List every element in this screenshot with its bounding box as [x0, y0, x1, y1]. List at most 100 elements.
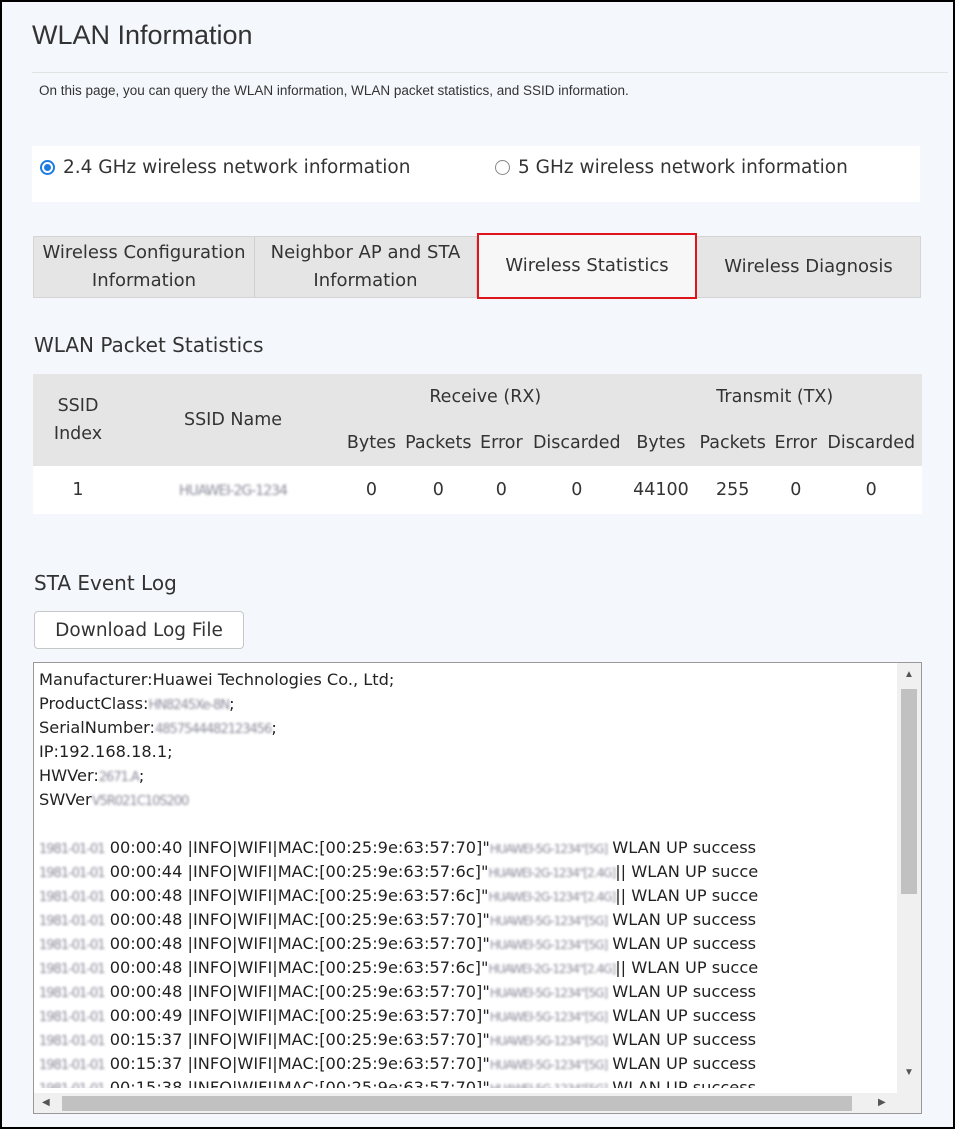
log-entry-text: 00:00:49 |INFO|WIFI|MAC:[00:25:9e:63:57:…: [104, 1006, 490, 1025]
log-header-line: Manufacturer:Huawei Technologies Co., Lt…: [39, 668, 896, 692]
vertical-scroll-thumb[interactable]: [901, 689, 917, 894]
log-header-line: SerialNumber:4857544482123456;: [39, 716, 896, 740]
download-log-button[interactable]: Download Log File: [34, 611, 244, 649]
radio-unchecked-icon[interactable]: [495, 160, 510, 175]
log-entry-ssid: HUAWEI-2G-1234"[2.4G]: [488, 890, 616, 904]
log-entry-tail: WLAN UP success: [607, 1006, 757, 1025]
header-rx-discarded: Discarded: [526, 420, 628, 466]
log-entry-ssid: HUAWEI-5G-1234"[5G]: [489, 938, 608, 952]
scroll-right-icon[interactable]: ▶: [878, 1097, 886, 1108]
header-tx-packets: Packets: [694, 420, 772, 466]
log-entry-ssid: HUAWEI-5G-1234"[5G]: [489, 1058, 608, 1072]
log-header-prefix: ProductClass:: [39, 694, 149, 713]
header-ssid-index-line2: Index: [53, 424, 103, 444]
log-entry-date: 1981-01-01: [39, 866, 106, 881]
radio-2-4ghz[interactable]: 2.4 GHz wireless network information: [40, 157, 410, 178]
log-entry-ssid: HUAWEI-2G-1234"[2.4G]: [488, 962, 616, 976]
log-entry-tail: WLAN UP success: [607, 934, 757, 953]
log-entry: 1981-01-01 00:00:48 |INFO|WIFI|MAC:[00:2…: [39, 956, 896, 980]
log-header-line: ProductClass:HN8245Xe-8N;: [39, 692, 896, 716]
log-entry-date: 1981-01-01: [39, 842, 106, 857]
log-entry-text: 00:00:48 |INFO|WIFI|MAC:[00:25:9e:63:57:…: [104, 958, 489, 977]
scroll-left-icon[interactable]: ◀: [42, 1097, 50, 1108]
log-header-prefix: HWVer:: [39, 766, 99, 785]
header-rx-error: Error: [476, 420, 527, 466]
log-entry-tail: || WLAN UP succe: [615, 886, 759, 905]
log-entry-text: 00:00:48 |INFO|WIFI|MAC:[00:25:9e:63:57:…: [104, 934, 490, 953]
log-entry-tail: WLAN UP success: [607, 982, 757, 1001]
log-entry-tail: || WLAN UP succe: [615, 862, 759, 881]
event-log-textarea[interactable]: Manufacturer:Huawei Technologies Co., Lt…: [33, 662, 922, 1114]
vertical-scrollbar[interactable]: ▲ ▼: [897, 663, 921, 1093]
log-entry-ssid: HUAWEI-5G-1234"[5G]: [489, 842, 608, 856]
log-header-prefix: SerialNumber:: [39, 718, 155, 737]
log-header-suffix: ;: [229, 694, 235, 713]
tab-label: Wireless Statistics: [505, 255, 669, 276]
cell-tx-discarded: 0: [820, 466, 922, 514]
log-header-redacted: HN8245Xe-8N: [148, 698, 231, 713]
log-entry-date: 1981-01-01: [39, 962, 106, 977]
event-log-title: STA Event Log: [34, 571, 177, 595]
header-ssid-name: SSID Name: [123, 374, 343, 466]
event-log-content: Manufacturer:Huawei Technologies Co., Lt…: [39, 668, 896, 1088]
log-entry: 1981-01-01 00:00:48 |INFO|WIFI|MAC:[00:2…: [39, 932, 896, 956]
log-entry-ssid: HUAWEI-5G-1234"[5G]: [489, 1034, 608, 1048]
log-entry-date: 1981-01-01: [39, 986, 106, 1001]
log-entry: 1981-01-01 00:00:48 |INFO|WIFI|MAC:[00:2…: [39, 884, 896, 908]
cell-ssid-name: HUAWEI-2G-1234: [123, 466, 343, 514]
log-entry-date: 1981-01-01: [39, 914, 106, 929]
tab-label-line2: Information: [313, 270, 418, 291]
header-tx-group: Transmit (TX): [627, 374, 922, 420]
tab-wireless-diagnosis[interactable]: Wireless Diagnosis: [697, 237, 920, 297]
tab-label: Wireless Diagnosis: [724, 256, 893, 277]
scroll-up-icon[interactable]: ▲: [904, 669, 914, 680]
radio-checked-icon[interactable]: [40, 160, 55, 175]
tab-wireless-configuration[interactable]: Wireless Configuration Information: [34, 237, 255, 297]
horizontal-scrollbar[interactable]: ◀ ▶: [34, 1093, 898, 1113]
horizontal-scroll-thumb[interactable]: [62, 1096, 852, 1111]
log-entry: 1981-01-01 00:15:38 |INFO|WIFI|MAC:[00:2…: [39, 1076, 896, 1088]
tab-label-line1: Wireless Configuration: [42, 242, 246, 263]
header-tx-bytes: Bytes: [627, 420, 695, 466]
log-entry-date: 1981-01-01: [39, 1058, 106, 1073]
cell-tx-error: 0: [771, 466, 821, 514]
scrollbar-corner: [897, 1093, 921, 1113]
cell-rx-bytes: 0: [343, 466, 400, 514]
log-header-line: SWVerV5R021C10S200: [39, 788, 896, 812]
cell-rx-discarded: 0: [526, 466, 628, 514]
cell-rx-error: 0: [476, 466, 527, 514]
cell-tx-bytes: 44100: [627, 466, 695, 514]
packet-stats-title: WLAN Packet Statistics: [34, 333, 264, 357]
log-entry-text: 00:15:38 |INFO|WIFI|MAC:[00:25:9e:63:57:…: [104, 1078, 490, 1088]
log-header-line: IP:192.168.18.1;: [39, 740, 896, 764]
scroll-down-icon[interactable]: ▼: [904, 1067, 914, 1078]
title-divider: [32, 72, 948, 73]
header-rx-bytes: Bytes: [343, 420, 400, 466]
tab-label-line2: Information: [91, 270, 197, 291]
log-entry-ssid: HUAWEI-5G-1234"[5G]: [490, 1077, 608, 1088]
tab-neighbor-ap-sta[interactable]: Neighbor AP and STA Information: [255, 237, 477, 297]
log-entry-ssid: HUAWEI-5G-1234"[5G]: [489, 986, 608, 1000]
log-entry-tail: WLAN UP success: [607, 1078, 757, 1088]
page-title: WLAN Information: [32, 20, 253, 50]
header-ssid-index-line1: SSID: [57, 396, 99, 416]
log-entry-date: 1981-01-01: [39, 938, 106, 953]
page-description: On this page, you can query the WLAN inf…: [39, 83, 629, 98]
header-rx-group: Receive (RX): [343, 374, 628, 420]
radio-5ghz-label: 5 GHz wireless network information: [518, 157, 848, 178]
log-entry-text: 00:00:48 |INFO|WIFI|MAC:[00:25:9e:63:57:…: [104, 982, 490, 1001]
log-entry: 1981-01-01 00:00:40 |INFO|WIFI|MAC:[00:2…: [39, 836, 896, 860]
radio-5ghz[interactable]: 5 GHz wireless network information: [495, 157, 848, 178]
tab-wireless-statistics[interactable]: Wireless Statistics: [477, 233, 697, 299]
log-header-line: HWVer:2671.A;: [39, 764, 896, 788]
log-entry-ssid: HUAWEI-5G-1234"[5G]: [489, 914, 608, 928]
log-header-prefix: SWVer: [39, 790, 92, 809]
log-entry-ssid: HUAWEI-2G-1234"[2.4G]: [488, 866, 616, 880]
log-entry-text: 00:00:40 |INFO|WIFI|MAC:[00:25:9e:63:57:…: [104, 838, 490, 857]
log-entry-date: 1981-01-01: [39, 1010, 106, 1025]
log-header-suffix: ;: [138, 766, 145, 785]
log-entry: 1981-01-01 00:00:48 |INFO|WIFI|MAC:[00:2…: [39, 980, 896, 1004]
tab-label-line1: Neighbor AP and STA: [270, 242, 461, 263]
log-header-redacted: 4857544482123456: [155, 722, 272, 737]
ssid-name-redacted: HUAWEI-2G-1234: [179, 483, 288, 499]
